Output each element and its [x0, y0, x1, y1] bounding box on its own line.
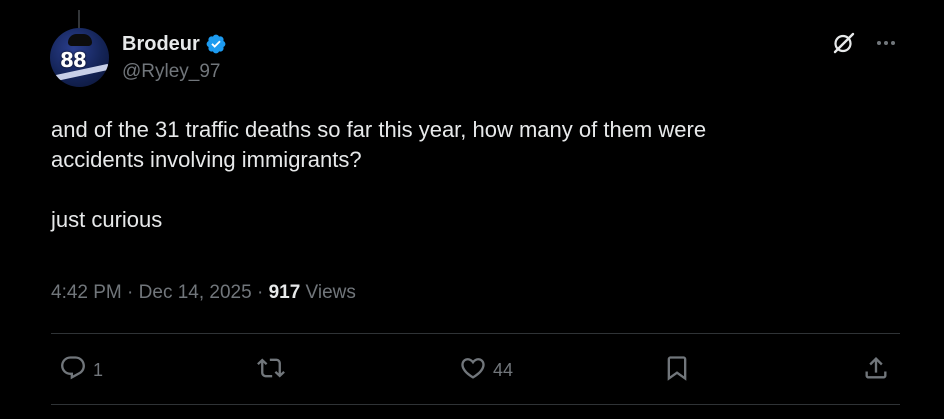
grok-icon[interactable]	[832, 31, 856, 55]
share-icon	[862, 354, 890, 387]
views-label: Views	[300, 282, 356, 303]
tweet-time[interactable]: 4:42 PM	[51, 282, 122, 303]
display-name[interactable]: Brodeur	[122, 33, 200, 56]
verified-badge-icon	[205, 33, 227, 55]
thread-line	[78, 10, 80, 28]
name-row: Brodeur	[122, 32, 227, 56]
like-icon	[459, 354, 487, 387]
retweet-button[interactable]	[257, 350, 291, 390]
divider-top	[51, 333, 900, 334]
reply-icon	[59, 354, 87, 387]
tweet-date[interactable]: Dec 14, 2025	[139, 282, 252, 303]
handle[interactable]: @Ryley_97	[122, 61, 227, 83]
views-count[interactable]: 917	[269, 282, 301, 303]
like-button[interactable]: 44	[459, 350, 513, 390]
retweet-icon	[257, 354, 285, 387]
like-count: 44	[493, 359, 514, 380]
reply-button[interactable]: 1	[59, 350, 103, 390]
divider-bottom	[51, 404, 900, 405]
tweet-text: and of the 31 traffic deaths so far this…	[51, 117, 707, 232]
author-block: Brodeur @Ryley_97	[122, 32, 227, 83]
avatar[interactable]: 88	[50, 28, 109, 87]
bookmark-button[interactable]	[663, 350, 691, 390]
meta-separator: ·	[121, 282, 139, 303]
share-button[interactable]	[862, 350, 890, 390]
avatar-jersey-number: 88	[60, 48, 87, 72]
reply-count: 1	[93, 359, 104, 380]
meta-separator: ·	[251, 282, 269, 303]
action-bar: 1 44	[51, 350, 900, 390]
more-icon[interactable]	[874, 31, 898, 55]
tweet-meta: 4:42 PM · Dec 14, 2025 · 917 Views	[51, 282, 356, 304]
tweet-card: 88 Brodeur @Ryley_97 and of the 31 traff…	[0, 0, 944, 419]
bookmark-icon	[663, 354, 691, 387]
avatar-helmet	[68, 34, 92, 46]
